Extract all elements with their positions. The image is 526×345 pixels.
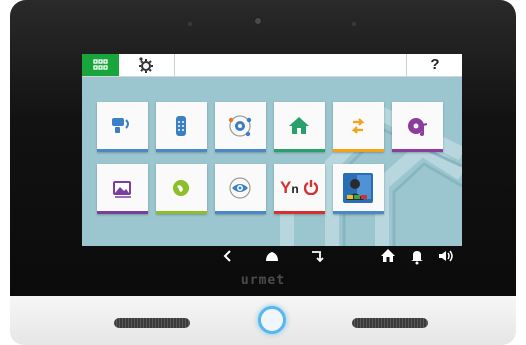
house-icon bbox=[381, 249, 395, 262]
swap-arrows-icon bbox=[351, 118, 365, 134]
main-physical-button[interactable] bbox=[258, 306, 286, 334]
intercom-device: ? Yn urmet bbox=[0, 0, 526, 345]
tile-web[interactable] bbox=[156, 164, 207, 214]
tile-home-automation[interactable] bbox=[274, 102, 325, 152]
house-button[interactable] bbox=[378, 246, 398, 266]
tile-accent-bar bbox=[215, 149, 266, 152]
tile-accent-bar bbox=[274, 149, 325, 152]
intercom-handset-icon bbox=[112, 118, 129, 133]
tile-contacts[interactable] bbox=[333, 164, 384, 214]
sensor-dot-left bbox=[188, 22, 192, 26]
tile-remote[interactable] bbox=[156, 102, 207, 152]
home-button[interactable] bbox=[262, 246, 282, 266]
bell-icon bbox=[411, 251, 423, 265]
sensor-dot-right bbox=[352, 22, 356, 26]
yokis-logo-icon: Yn bbox=[280, 178, 320, 198]
tile-accent-bar bbox=[333, 149, 384, 152]
tile-music[interactable] bbox=[392, 102, 443, 152]
music-disc-icon bbox=[408, 118, 428, 136]
tile-transfer[interactable] bbox=[333, 102, 384, 152]
tile-accent-bar bbox=[333, 211, 384, 214]
apps-grid-button[interactable] bbox=[82, 54, 119, 76]
grid-icon bbox=[93, 59, 108, 70]
speaker-grille-left bbox=[114, 318, 190, 328]
gear-icon bbox=[139, 57, 153, 73]
volume-icon bbox=[439, 250, 453, 262]
tile-gallery[interactable] bbox=[97, 164, 148, 214]
speaker-grille-right bbox=[352, 318, 428, 328]
tile-camera-view[interactable] bbox=[215, 164, 266, 214]
help-button[interactable]: ? bbox=[406, 54, 462, 76]
camera-lens bbox=[253, 16, 263, 26]
cctv-network-icon bbox=[228, 115, 252, 137]
yokis-letter-n: n bbox=[291, 182, 299, 196]
recent-button[interactable] bbox=[307, 246, 327, 266]
tile-accent-bar bbox=[97, 211, 148, 214]
tile-accent-bar bbox=[215, 211, 266, 214]
volume-button[interactable] bbox=[436, 246, 456, 266]
settings-button[interactable] bbox=[119, 54, 175, 76]
contact-card-icon bbox=[343, 173, 373, 203]
eye-camera-icon bbox=[229, 177, 251, 199]
house-icon bbox=[289, 117, 309, 134]
home-up-icon bbox=[266, 252, 278, 261]
globe-icon bbox=[173, 180, 189, 196]
tile-cctv-network[interactable] bbox=[215, 102, 266, 152]
back-button[interactable] bbox=[218, 246, 238, 266]
tile-accent-bar bbox=[156, 149, 207, 152]
brand-logo: urmet bbox=[240, 273, 286, 288]
remote-control-icon bbox=[176, 116, 186, 136]
tile-accent-bar bbox=[97, 149, 148, 152]
tile-accent-bar bbox=[274, 211, 325, 214]
chevron-left-icon bbox=[223, 250, 231, 262]
navigation-bar bbox=[82, 246, 462, 266]
tile-yokis[interactable]: Yn bbox=[274, 164, 325, 214]
bell-button[interactable] bbox=[407, 246, 427, 266]
top-bar: ? bbox=[82, 54, 462, 77]
corner-arrow-icon bbox=[312, 251, 324, 263]
touch-screen: ? Yn bbox=[82, 54, 462, 246]
yokis-letter-y: Y bbox=[280, 178, 292, 197]
power-symbol-icon bbox=[304, 180, 318, 195]
tile-intercom[interactable] bbox=[97, 102, 148, 152]
photo-gallery-icon bbox=[113, 181, 131, 198]
tile-accent-bar bbox=[156, 211, 207, 214]
tile-accent-bar bbox=[392, 149, 443, 152]
